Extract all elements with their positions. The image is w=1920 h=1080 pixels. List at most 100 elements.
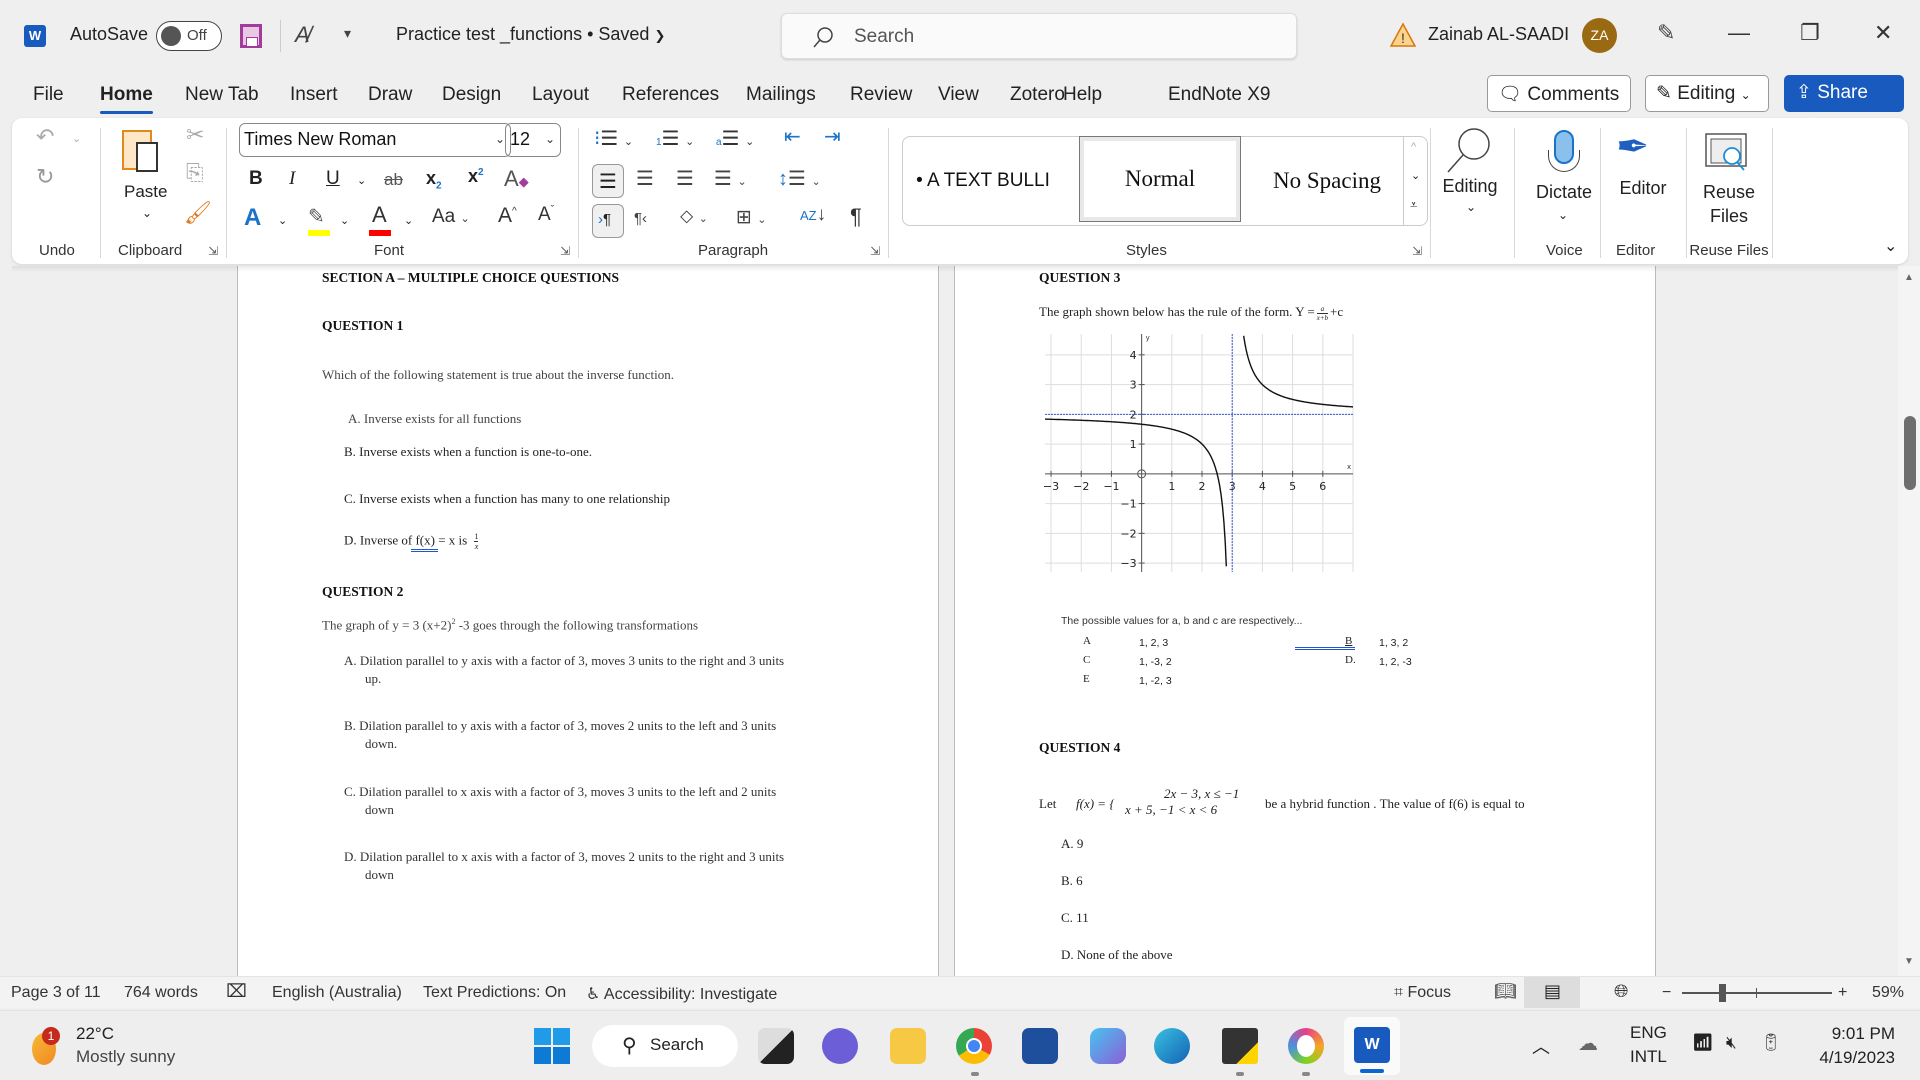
grow-font-button[interactable]: A^	[498, 204, 517, 228]
zoom-in-button[interactable]: +	[1838, 984, 1847, 1002]
tab-references[interactable]: References	[622, 84, 719, 106]
reuse-files-button[interactable]: Reuse Files	[1694, 180, 1764, 228]
strikethrough-button[interactable]: ab	[384, 170, 403, 190]
undo-dropdown-icon[interactable]: ⌄	[72, 132, 81, 145]
align-left-button[interactable]: ☰	[592, 164, 624, 198]
text-effects-dropdown-icon[interactable]: ⌄	[278, 214, 287, 227]
font-launcher-icon[interactable]: ⇲	[560, 244, 570, 258]
line-spacing-button[interactable]: ↕☰ ⌄	[778, 166, 821, 191]
paragraph-launcher-icon[interactable]: ⇲	[870, 244, 880, 258]
wifi-icon[interactable]: 📶︎	[1692, 1033, 1714, 1053]
restore-button[interactable]: ❐	[1800, 20, 1820, 46]
collapse-ribbon-icon[interactable]: ⌄	[1884, 236, 1897, 256]
warning-icon[interactable]: !	[1390, 22, 1416, 48]
dictate-dropdown-icon[interactable]: ⌄	[1558, 208, 1568, 222]
minimize-button[interactable]: —	[1728, 20, 1750, 46]
shrink-font-button[interactable]: Aˇ	[538, 204, 554, 226]
search-input[interactable]: Search	[781, 13, 1297, 59]
tab-mailings[interactable]: Mailings	[746, 84, 816, 106]
increase-indent-button[interactable]: ⇥	[824, 124, 841, 149]
show-formatting-button[interactable]: ¶	[850, 204, 862, 230]
microsoft-store-icon[interactable]	[1022, 1028, 1058, 1064]
tab-file[interactable]: File	[33, 84, 64, 106]
text-effects-icon[interactable]: A	[244, 204, 261, 232]
align-center-button[interactable]: ☰	[636, 166, 654, 191]
align-right-button[interactable]: ☰	[676, 166, 694, 191]
tab-endnote[interactable]: EndNote X9	[1168, 84, 1270, 106]
document-title[interactable]: Practice test _functions • Saved ❯	[396, 24, 665, 45]
change-case-button[interactable]: Aa ⌄	[432, 206, 470, 228]
numbering-button[interactable]: 1☰ ⌄	[656, 126, 694, 151]
paste-button[interactable]: Paste	[124, 182, 167, 202]
tab-draw[interactable]: Draw	[368, 84, 412, 106]
grammar-underline[interactable]	[1295, 647, 1355, 650]
cut-icon[interactable]: ✂	[186, 122, 204, 148]
bold-button[interactable]: B	[249, 168, 263, 190]
editing-button[interactable]: Editing	[1440, 176, 1500, 197]
file-explorer-icon[interactable]	[890, 1028, 926, 1064]
scroll-down-icon[interactable]: ▼	[1904, 956, 1914, 967]
tab-layout[interactable]: Layout	[532, 84, 589, 106]
show-hidden-icons[interactable]: ︿	[1532, 1033, 1550, 1059]
grammar-underline[interactable]	[411, 549, 438, 552]
style-normal[interactable]: Normal	[1079, 136, 1241, 222]
editing-search-icon[interactable]	[1444, 126, 1492, 176]
bullets-button[interactable]: ⁝☰ ⌄	[594, 126, 633, 151]
reuse-files-icon[interactable]	[1704, 132, 1752, 176]
redo-icon[interactable]: ↻	[36, 164, 54, 190]
sort-button[interactable]: AZ↓	[800, 204, 826, 226]
read-mode-icon[interactable]: 📖︎	[1494, 981, 1517, 1002]
customize-qat-icon[interactable]: ▾	[344, 25, 351, 42]
text-predictions-status[interactable]: Text Predictions: On	[423, 984, 566, 1002]
subscript-button[interactable]: x2	[426, 168, 442, 192]
highlight-icon[interactable]: ✎	[308, 204, 325, 229]
accessibility-status[interactable]: ♿︎ Accessibility: Investigate	[586, 984, 777, 1004]
tab-home[interactable]: Home	[100, 84, 153, 114]
zoom-out-button[interactable]: −	[1662, 984, 1671, 1002]
superscript-button[interactable]: x2	[468, 166, 484, 187]
vertical-scrollbar[interactable]: ▲ ▼	[1898, 266, 1920, 976]
volume-muted-icon[interactable]: 🔇︎	[1726, 1033, 1737, 1053]
font-size-select[interactable]: 12 ⌄	[505, 123, 561, 157]
word-taskbar-button[interactable]: W	[1344, 1017, 1400, 1075]
tab-design[interactable]: Design	[442, 84, 501, 106]
share-button[interactable]: ⇪ Share ⌄	[1784, 75, 1904, 123]
task-view-icon[interactable]	[758, 1028, 794, 1064]
focus-button[interactable]: ⌗ Focus	[1394, 984, 1451, 1002]
tab-help[interactable]: Help	[1063, 84, 1102, 106]
styles-more-icon[interactable]: ⩡	[1410, 197, 1417, 213]
editing-mode-button[interactable]: ✎ Editing ⌄	[1645, 75, 1769, 112]
sticky-notes-icon[interactable]	[1222, 1028, 1258, 1064]
clock-date[interactable]: 4/19/2023	[1799, 1048, 1895, 1068]
onedrive-icon[interactable]: ☁	[1578, 1031, 1598, 1056]
input-language-line2[interactable]: INTL	[1630, 1047, 1667, 1067]
tab-zotero[interactable]: Zotero	[1010, 84, 1065, 106]
rtl-button[interactable]: ¶‹	[634, 210, 647, 227]
font-name-select[interactable]: Times New Roman ⌄	[239, 123, 511, 157]
clear-formatting-icon[interactable]: A◆	[504, 166, 529, 192]
format-painter-icon[interactable]: 🖌	[184, 200, 212, 226]
print-layout-button[interactable]: ▤	[1524, 977, 1580, 1008]
weather-description[interactable]: Mostly sunny	[76, 1047, 175, 1067]
decrease-indent-button[interactable]: ⇤	[784, 124, 801, 149]
multilevel-list-button[interactable]: a☰ ⌄	[716, 126, 754, 151]
word-count[interactable]: 764 words	[124, 984, 198, 1002]
comments-button[interactable]: 🗨 Comments	[1487, 75, 1631, 112]
battery-icon[interactable]: 🔋︎	[1760, 1033, 1782, 1053]
clipboard-launcher-icon[interactable]: ⇲	[208, 244, 218, 258]
microsoft-365-icon[interactable]	[1090, 1028, 1126, 1064]
scroll-up-icon[interactable]: ▲	[1904, 272, 1914, 283]
chrome-icon[interactable]	[956, 1028, 992, 1064]
teams-chat-icon[interactable]	[822, 1028, 858, 1064]
scrollbar-thumb[interactable]	[1904, 416, 1916, 490]
editor-pen-icon[interactable]: A̸	[295, 22, 310, 48]
user-name[interactable]: Zainab AL-SAADI	[1428, 24, 1569, 45]
paste-dropdown-icon[interactable]: ⌄	[142, 206, 152, 220]
taskbar-search[interactable]: ⚲ Search	[592, 1025, 738, 1067]
close-button[interactable]: ✕	[1874, 20, 1892, 46]
language-indicator[interactable]: English (Australia)	[272, 984, 402, 1002]
proofing-icon[interactable]: ⌧	[226, 981, 247, 1002]
editor-pen-icon[interactable]: ✒	[1616, 124, 1650, 170]
shading-button[interactable]: ⬦ ⌄	[680, 206, 708, 228]
editor-button[interactable]: Editor	[1608, 178, 1678, 199]
